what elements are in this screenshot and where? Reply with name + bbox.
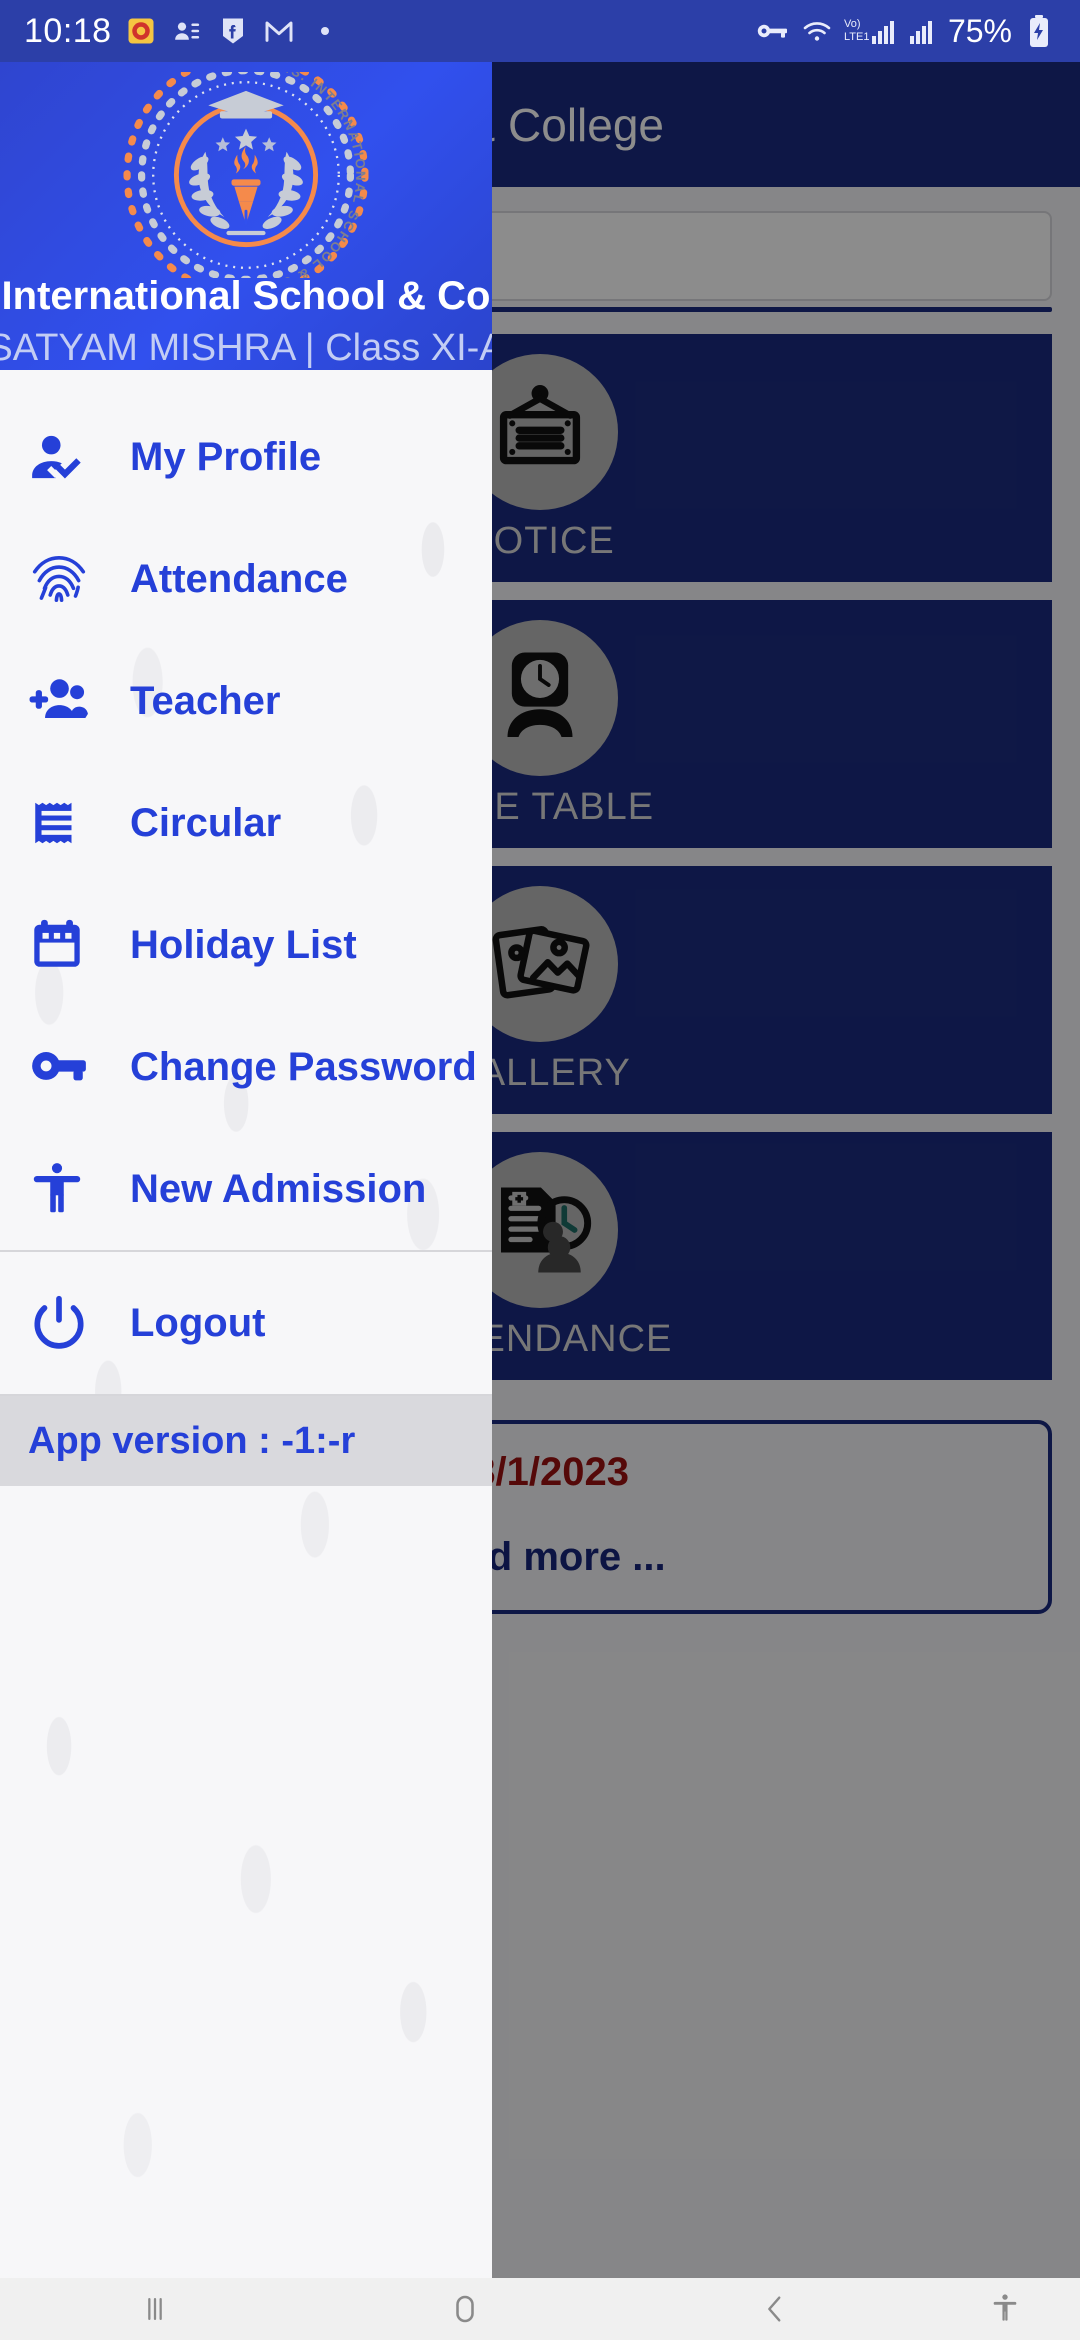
drawer-school-name: TRS International School & College — [0, 274, 492, 318]
menu-item-label: New Admission — [130, 1166, 427, 1211]
accessibility-person-icon — [28, 1160, 114, 1218]
battery-percent-label: 75% — [947, 12, 1012, 49]
menu-item-teacher[interactable]: Teacher — [0, 640, 492, 762]
fingerprint-icon — [28, 548, 114, 610]
gmail-icon — [262, 14, 296, 48]
signal-sim2-icon — [908, 14, 938, 48]
menu-item-logout[interactable]: Logout — [0, 1252, 492, 1394]
home-icon[interactable] — [310, 2291, 620, 2327]
svg-text:LTE1: LTE1 — [844, 31, 869, 43]
status-bar-right: Vo) LTE1 75% — [756, 13, 1056, 50]
menu-item-new-admission[interactable]: New Admission — [0, 1128, 492, 1250]
menu-item-holiday-list[interactable]: Holiday List — [0, 884, 492, 1006]
school-logo: T.R.S. INTERNATIONAL SCHOOL & COLLEGE — [96, 72, 396, 278]
logout-group: Logout — [0, 1252, 492, 1394]
rangoli-app-icon — [124, 14, 158, 48]
status-bar-left: 10:18 — [24, 12, 342, 51]
calendar-icon — [28, 916, 114, 974]
receipt-icon — [28, 794, 114, 852]
wifi-icon — [800, 14, 834, 48]
menu-item-circular[interactable]: Circular — [0, 762, 492, 884]
drawer-header: T.R.S. INTERNATIONAL SCHOOL & COLLEGE — [0, 62, 492, 370]
menu-item-change-password[interactable]: Change Password — [0, 1006, 492, 1128]
app-version-label: App version : -1:-r — [28, 1419, 356, 1462]
phone-screen: 10:18 Vo) LTE1 75% ol & College NOTICE T… — [0, 0, 1080, 2340]
more-notifications-dot-icon — [308, 14, 342, 48]
facebook-messenger-icon — [216, 14, 250, 48]
menu-item-label: Attendance — [130, 556, 348, 601]
key-icon — [28, 1036, 114, 1098]
recents-icon[interactable] — [0, 2292, 310, 2326]
battery-charging-icon — [1022, 14, 1056, 48]
navigation-drawer: T.R.S. INTERNATIONAL SCHOOL & COLLEGE — [0, 62, 492, 2278]
drawer-student-info: SATYAM MISHRA | Class XI-A — [0, 327, 492, 369]
drawer-menu: My Profile Attendance Teacher Circular H… — [0, 370, 492, 1250]
menu-item-label: My Profile — [130, 434, 322, 479]
person-add-group-icon — [28, 670, 114, 732]
accessibility-icon[interactable] — [930, 2292, 1080, 2326]
menu-item-label: Logout — [130, 1300, 266, 1345]
status-clock: 10:18 — [24, 11, 112, 50]
power-icon — [28, 1292, 114, 1354]
status-bar: 10:18 Vo) LTE1 75% — [0, 0, 1080, 62]
menu-item-label: Change Password — [130, 1044, 477, 1089]
menu-item-my-profile[interactable]: My Profile — [0, 396, 492, 518]
menu-item-label: Circular — [130, 800, 282, 845]
person-check-icon — [28, 426, 114, 488]
app-version-bar: App version : -1:-r — [0, 1396, 492, 1486]
system-nav-bar — [0, 2278, 1080, 2340]
svg-text:Vo): Vo) — [844, 18, 861, 30]
menu-item-attendance[interactable]: Attendance — [0, 518, 492, 640]
menu-item-label: Holiday List — [130, 922, 357, 967]
vpn-key-icon — [756, 14, 790, 48]
signal-sim1-icon: Vo) LTE1 — [844, 14, 898, 48]
menu-item-label: Teacher — [130, 678, 281, 723]
contacts-app-icon — [170, 14, 204, 48]
back-chevron-icon[interactable] — [620, 2292, 930, 2326]
